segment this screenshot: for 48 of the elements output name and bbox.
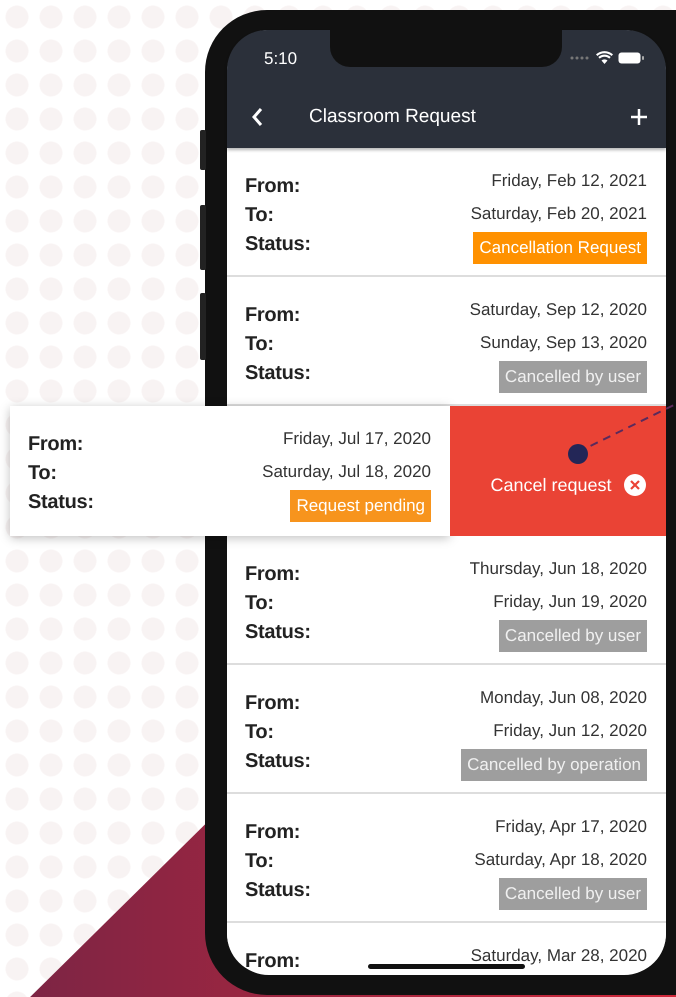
field-label: Status: — [245, 749, 311, 774]
field-label: Status: — [245, 620, 311, 645]
add-icon[interactable] — [630, 108, 648, 126]
request-row[interactable]: From: To: Status: Friday, Jul 17, 2020 Saturday, Jul 18, 2020 Request pending — [10, 406, 450, 536]
field-label: To: — [28, 461, 58, 486]
field-label: From: — [245, 949, 300, 974]
from-date: Saturday, Sep 12, 2020 — [470, 299, 647, 321]
status-badge: Cancelled by operation — [461, 749, 647, 781]
from-date: Thursday, Jun 18, 2020 — [470, 558, 647, 580]
to-date: Friday, Jun 19, 2020 — [493, 591, 647, 613]
field-label: Status: — [245, 232, 311, 257]
field-label: From: — [245, 303, 302, 328]
field-label: Status: — [28, 490, 94, 515]
field-label: From: — [28, 432, 84, 457]
field-label: From: — [245, 174, 302, 199]
to-date: Saturday, Feb 20, 2021 — [470, 203, 647, 225]
from-date: Friday, Jul 17, 2020 — [282, 428, 431, 450]
field-label: To: — [245, 720, 275, 745]
back-icon[interactable] — [251, 106, 263, 126]
status-badge: Cancelled by user — [498, 620, 647, 652]
status-badge: Request pending — [290, 490, 431, 522]
status-badge: Cancellation Request — [473, 232, 647, 264]
close-circle-icon — [624, 474, 646, 496]
field-label: To: — [245, 203, 275, 228]
from-date: Saturday, Mar 28, 2020 — [470, 945, 647, 967]
to-date: Saturday, Apr 18, 2020 — [474, 849, 647, 871]
to-date: Saturday, Jul 18, 2020 — [262, 461, 431, 483]
from-date: Monday, Jun 08, 2020 — [480, 687, 647, 709]
field-label: To: — [245, 332, 275, 357]
cancel-request-button[interactable]: Cancel request — [450, 406, 666, 536]
status-badge: Cancelled by user — [498, 361, 647, 393]
from-date: Friday, Feb 12, 2021 — [491, 170, 647, 192]
screen-title: Classroom Request — [309, 106, 477, 128]
field-label: From: — [245, 820, 302, 845]
to-date: Sunday, Sep 13, 2020 — [480, 332, 647, 354]
to-date: Friday, Jun 12, 2020 — [493, 720, 647, 742]
field-label: Status: — [245, 361, 311, 386]
field-label: To: — [245, 591, 275, 616]
field-label: Status: — [245, 878, 311, 903]
battery-icon — [618, 52, 644, 64]
field-label: From: — [245, 691, 302, 716]
signal-dots-icon — [569, 54, 591, 60]
field-label: From: — [245, 562, 302, 587]
from-date: Friday, Apr 17, 2020 — [495, 816, 647, 838]
status-badge: Cancelled by user — [498, 878, 647, 910]
wifi-icon — [596, 51, 613, 64]
status-time: 5:10 — [264, 48, 298, 68]
field-label: To: — [245, 849, 275, 874]
